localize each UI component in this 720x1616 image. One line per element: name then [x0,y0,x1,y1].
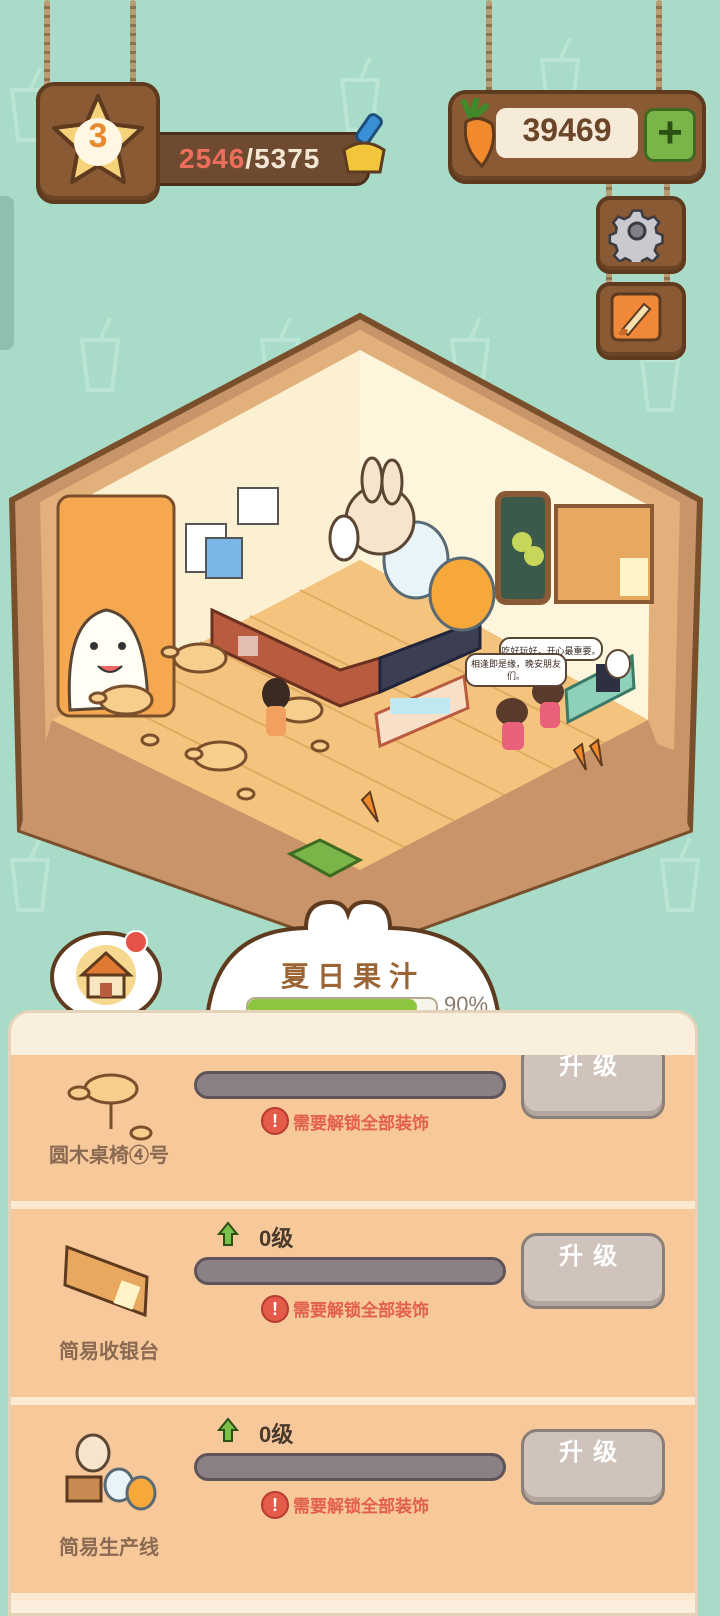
production-line-thumbnail [65,1433,157,1511]
rope [486,0,492,96]
item-level-bar [194,1257,506,1285]
list-item: 简易生产线 0级 ! 需要解锁全部装饰 升级 [11,1405,695,1601]
notification-dot [124,930,148,954]
currency-value: 39469 [522,112,612,148]
item-warning: 需要解锁全部装饰 [293,1114,429,1133]
level-up-arrow-icon [217,1221,239,1246]
list-item: 简易收银台 0级 ! 需要解锁全部装饰 升级 [11,1209,695,1405]
item-name: 简易生产线 [59,1537,159,1559]
upgrade-button[interactable]: 升级 [521,1429,665,1505]
room-scene[interactable]: 吃好玩好，开心最重要。 相逢即是缘，晚安朋友 们。 [0,310,720,970]
speech-bubble-2-line-2: 们。 [507,670,525,682]
list-item: 圆木桌椅④号 0级 ! 需要解锁全部装饰 升级 [11,1055,695,1209]
xp-bar: 2546/5375 [146,132,370,186]
level-badge[interactable]: 3 [36,82,160,204]
rope [656,0,662,96]
item-warning: 需要解锁全部装饰 [293,1301,429,1320]
upgrade-button[interactable]: 升级 [521,1233,665,1309]
upgrade-button[interactable]: 升级 [521,1055,665,1119]
warning-icon: ! [261,1107,289,1135]
item-level-bar [194,1453,506,1481]
xp-current: 2546 [179,143,246,174]
xp-text: 2546/5375 [179,143,320,175]
xp-total: 5375 [254,143,321,174]
shop-title: 夏日果汁 [280,961,425,992]
speech-bubble-2-line-1: 相逢即是缘，晚安朋友 [471,658,561,670]
table-chairs-thumbnail [67,1073,153,1141]
rope [44,0,50,90]
rope [130,0,136,90]
carrot-icon [461,98,496,168]
xp-separator: / [245,143,255,174]
upgrade-panel: 圆木桌椅④号 0级 ! 需要解锁全部装饰 升级 简易收银台 0级 ! 需要解锁全… [8,1010,698,1616]
level-up-arrow-icon [217,1417,239,1442]
item-level: 0级 [259,1226,294,1251]
item-warning: 需要解锁全部装饰 [293,1497,429,1516]
item-name: 简易收银台 [59,1341,159,1363]
add-currency-button[interactable]: + [644,108,696,162]
cash-register-thumbnail [63,1244,149,1318]
level-number: 3 [88,117,108,155]
upgrade-list[interactable]: 圆木桌椅④号 0级 ! 需要解锁全部装饰 升级 简易收银台 0级 ! 需要解锁全… [11,1055,695,1613]
item-level: 0级 [259,1422,294,1447]
item-level-bar [194,1071,506,1099]
warning-icon: ! [261,1295,289,1323]
watering-tool-icon[interactable] [338,110,394,180]
item-name: 圆木桌椅④号 [49,1145,169,1167]
settings-button[interactable] [596,196,686,274]
gear-icon [608,209,664,268]
warning-icon: ! [261,1491,289,1519]
